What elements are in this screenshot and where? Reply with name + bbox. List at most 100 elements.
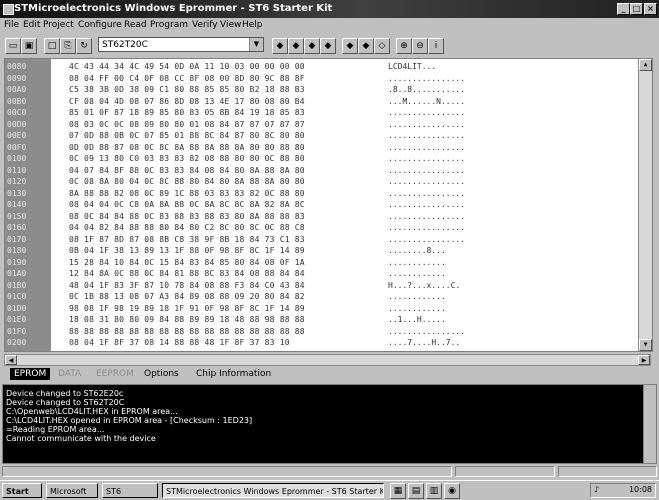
maximize-button[interactable]: □ xyxy=(630,3,643,15)
menu-edit[interactable]: Edit xyxy=(23,20,40,30)
tab-options[interactable]: Options xyxy=(140,368,183,380)
quick-launch-icon[interactable]: ▥ xyxy=(426,483,442,499)
row-ascii[interactable]: ...M......N..... xyxy=(388,96,465,107)
refresh-icon[interactable]: ↻ xyxy=(76,38,92,54)
taskbar-item-eprommer[interactable]: STMicroelectronics Windows Eprommer - ST… xyxy=(162,483,384,498)
row-hex-bytes[interactable]: 08 1F 87 8D 87 08 8B C8 38 9F 8B 18 84 7… xyxy=(69,234,305,245)
row-hex-bytes[interactable]: 0C 1B 88 13 08 07 A3 84 89 08 88 09 20 8… xyxy=(69,291,305,302)
read-icon[interactable]: ◆ xyxy=(272,38,288,54)
row-hex-bytes[interactable]: 0C 09 13 80 C0 03 83 83 82 08 88 80 80 0… xyxy=(69,153,305,164)
menu-read[interactable]: Read xyxy=(124,20,147,30)
memory-row[interactable]: 0090 08 04 FF 00 C4 0F 08 CC 8F 08 00 8D … xyxy=(5,73,635,84)
row-hex-bytes[interactable]: 4C 43 44 34 4C 49 54 0D 0A 11 10 03 00 0… xyxy=(69,61,305,72)
row-hex-bytes[interactable]: 85 01 0F 87 18 89 85 80 83 05 8B 84 19 1… xyxy=(69,107,305,118)
memory-row[interactable]: 01E0 18 08 31 80 80 09 84 88 89 89 18 48 … xyxy=(5,314,635,325)
menu-verify[interactable]: Verify xyxy=(192,20,218,30)
new-file-icon[interactable]: □ xyxy=(44,38,60,54)
row-hex-bytes[interactable]: 0D 0D 88 87 08 0C 8C 8A 88 8A 88 8A 80 8… xyxy=(69,142,305,153)
row-hex-bytes[interactable]: 12 84 8A 0C 88 0C 84 81 88 8C 83 84 08 8… xyxy=(69,268,305,279)
memory-row[interactable]: 0130 8A 88 88 82 08 0C 89 1C 88 03 83 83 … xyxy=(5,188,635,199)
row-hex-bytes[interactable]: 88 88 88 88 88 88 88 88 88 88 88 88 88 8… xyxy=(69,326,305,337)
row-ascii[interactable]: ................ xyxy=(388,130,465,141)
memory-row[interactable]: 00D0 08 03 0C 0C 08 09 80 80 01 08 84 87 … xyxy=(5,119,635,130)
menu-program[interactable]: Program xyxy=(150,20,188,30)
row-ascii[interactable]: H...?...x....C. xyxy=(388,280,460,291)
memory-row[interactable]: 00E0 07 0D 88 0B 0C 07 85 01 88 8C 84 87 … xyxy=(5,130,635,141)
memory-row[interactable]: 0170 08 1F 87 8D 87 08 8B C8 38 9F 8B 18 … xyxy=(5,234,635,245)
tab-eeprom[interactable]: EEPROM xyxy=(92,368,138,380)
row-hex-bytes[interactable]: 18 08 31 80 80 09 84 88 89 89 18 48 88 9… xyxy=(69,314,305,325)
memory-grid[interactable]: 0080 4C 43 44 34 4C 49 54 0D 0A 11 10 03 … xyxy=(4,58,653,352)
row-hex-bytes[interactable]: 08 04 04 0C C8 0A 8A 88 0C 8A 8C 8C 8A 8… xyxy=(69,199,305,210)
stop-icon[interactable]: ◇ xyxy=(374,38,390,54)
row-hex-bytes[interactable]: 15 28 84 10 84 0C 15 84 83 84 85 80 84 0… xyxy=(69,257,305,268)
taskbar-item-st6[interactable]: ST6 xyxy=(102,483,158,498)
row-ascii[interactable]: ........8... xyxy=(388,245,446,256)
row-ascii[interactable]: ................ xyxy=(388,176,465,187)
scroll-right-icon[interactable]: ▶ xyxy=(638,355,650,365)
menu-file[interactable]: File xyxy=(4,20,19,30)
row-ascii[interactable]: ................ xyxy=(388,165,465,176)
menu-view[interactable]: View xyxy=(220,20,241,30)
tab-data[interactable]: DATA xyxy=(54,368,85,380)
open-file-icon[interactable]: ▭ xyxy=(5,38,21,54)
row-ascii[interactable]: ....7....H..7.. xyxy=(388,337,460,348)
zoom-out-icon[interactable]: ⊖ xyxy=(412,38,428,54)
memory-row[interactable]: 01C0 0C 1B 88 13 08 07 A3 84 89 08 88 09 … xyxy=(5,291,635,302)
row-hex-bytes[interactable]: 08 03 0C 0C 08 09 80 80 01 08 84 87 87 0… xyxy=(69,119,305,130)
memory-row[interactable]: 0160 04 04 82 84 88 88 80 84 80 C2 8C 80 … xyxy=(5,222,635,233)
row-ascii[interactable]: ............ xyxy=(388,268,446,279)
chevron-down-icon[interactable]: ▼ xyxy=(249,38,263,51)
menu-configure[interactable]: Configure xyxy=(78,20,122,30)
verify-icon[interactable]: ◆ xyxy=(304,38,320,54)
memory-row[interactable]: 0180 0B 04 1F 38 13 89 13 1F 88 0F 98 8F … xyxy=(5,245,635,256)
memory-row[interactable]: 00C0 85 01 0F 87 18 89 85 80 83 05 8B 84 … xyxy=(5,107,635,118)
row-ascii[interactable]: ............ xyxy=(388,303,446,314)
row-hex-bytes[interactable]: 0B 04 1F 38 13 89 13 1F 88 0F 98 8F 8C 1… xyxy=(69,245,305,256)
scroll-up-icon[interactable]: ▲ xyxy=(639,59,652,71)
memory-row[interactable]: 0150 08 0C 84 84 88 0C 83 88 83 88 83 80 … xyxy=(5,211,635,222)
row-hex-bytes[interactable]: 08 04 FF 00 C4 0F 08 CC 8F 08 00 8D 80 9… xyxy=(69,73,305,84)
row-ascii[interactable]: ................ xyxy=(388,222,465,233)
quick-launch-icon[interactable]: ▤ xyxy=(408,483,424,499)
memory-row[interactable]: 0080 4C 43 44 34 4C 49 54 0D 0A 11 10 03 … xyxy=(5,61,635,72)
row-ascii[interactable]: ................ xyxy=(388,119,465,130)
row-ascii[interactable]: ..1...H..... xyxy=(388,314,446,325)
zoom-in-icon[interactable]: ⊕ xyxy=(396,38,412,54)
memory-row[interactable]: 01B0 48 04 1F 83 3F 87 10 78 84 08 88 F3 … xyxy=(5,280,635,291)
program-icon[interactable]: ◆ xyxy=(288,38,304,54)
row-ascii[interactable]: ............ xyxy=(388,291,446,302)
memory-row[interactable]: 01F0 88 88 88 88 88 88 88 88 88 88 88 88 … xyxy=(5,326,635,337)
row-ascii[interactable]: ................ xyxy=(388,211,465,222)
minimize-button[interactable]: _ xyxy=(617,3,630,15)
taskbar-item-microsoft[interactable]: Microsoft xyxy=(46,483,98,498)
row-ascii[interactable]: LCD4LIT... xyxy=(388,61,436,72)
row-hex-bytes[interactable]: CF 08 04 4D 08 07 86 8D 08 13 4E 17 80 0… xyxy=(69,96,305,107)
memory-row[interactable]: 01D0 98 08 1F 98 19 89 18 1F 91 0F 98 8F … xyxy=(5,303,635,314)
tab-chip-information[interactable]: Chip Information xyxy=(192,368,275,380)
row-ascii[interactable]: ................ xyxy=(388,73,465,84)
memory-row[interactable]: 01A0 12 84 8A 0C 88 0C 84 81 88 8C 83 84 … xyxy=(5,268,635,279)
row-ascii[interactable]: ................ xyxy=(388,107,465,118)
app-icon[interactable] xyxy=(3,4,14,15)
save-file-icon[interactable]: ▣ xyxy=(21,38,37,54)
auto-program-icon[interactable]: ◆ xyxy=(358,38,374,54)
memory-row[interactable]: 0140 08 04 04 0C C8 0A 8A 88 0C 8A 8C 8C … xyxy=(5,199,635,210)
row-ascii[interactable]: ................ xyxy=(388,142,465,153)
menu-help[interactable]: Help xyxy=(242,20,263,30)
scroll-left-icon[interactable]: ◀ xyxy=(5,355,17,365)
row-ascii[interactable]: ................ xyxy=(388,234,465,245)
memory-row[interactable]: 00A0 C5 38 3B 0D 38 09 C1 80 88 85 85 80 … xyxy=(5,84,635,95)
memory-row[interactable]: 0100 0C 09 13 80 C0 03 83 83 82 08 88 80 … xyxy=(5,153,635,164)
menu-project[interactable]: Project xyxy=(43,20,74,30)
start-button[interactable]: Start xyxy=(2,483,42,498)
device-select[interactable]: ST62T20C ▼ xyxy=(98,37,264,52)
memory-row[interactable]: 0200 08 04 1F 8F 37 08 14 88 88 48 1F 8F … xyxy=(5,337,635,348)
blank-check-icon[interactable]: ◆ xyxy=(320,38,336,54)
row-hex-bytes[interactable]: 0C 08 8A 80 04 0C 8C 88 80 84 80 8A 88 8… xyxy=(69,176,305,187)
memory-row[interactable]: 00F0 0D 0D 88 87 08 0C 8C 8A 88 8A 88 8A … xyxy=(5,142,635,153)
info-icon[interactable]: i xyxy=(428,38,444,54)
row-hex-bytes[interactable]: 98 08 1F 98 19 89 18 1F 91 0F 98 8F 8C 1… xyxy=(69,303,305,314)
memory-row[interactable]: 00B0 CF 08 04 4D 08 07 86 8D 08 13 4E 17 … xyxy=(5,96,635,107)
row-ascii[interactable]: ................ xyxy=(388,188,465,199)
